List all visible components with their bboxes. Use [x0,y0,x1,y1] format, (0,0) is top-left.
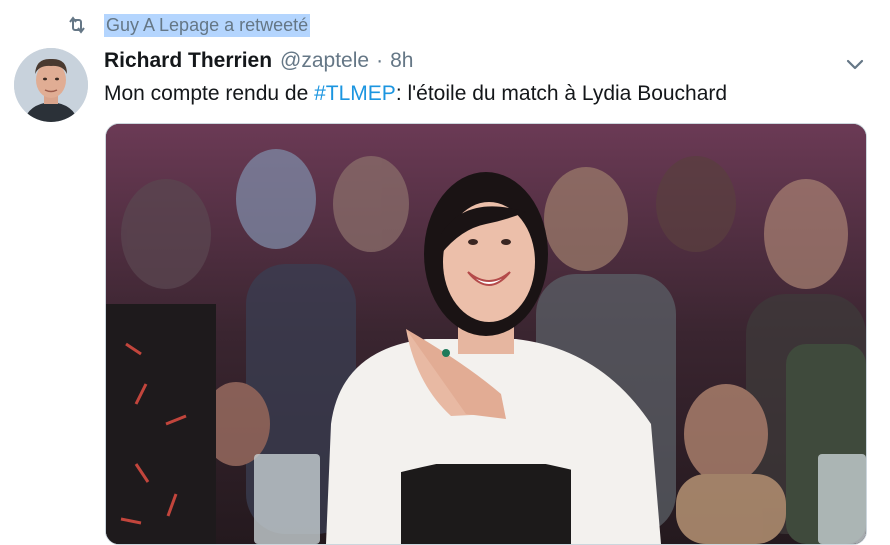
author-avatar[interactable] [14,48,88,122]
retweet-icon [66,14,88,36]
tweet-text-after: : l'étoile du match à Lydia Bouchard [395,82,728,105]
author-handle[interactable]: @zaptele [280,49,369,73]
retweet-label[interactable]: Guy A Lepage a retweeté [104,13,311,37]
separator-dot: · [376,49,384,72]
tweet-text: Mon compte rendu de #TLMEP: l'étoile du … [104,82,727,106]
retweet-context: Guy A Lepage a retweeté [66,12,311,38]
author-name[interactable]: Richard Therrien [104,49,272,73]
tweet-header: Richard Therrien @zaptele · 8h [104,49,413,73]
chevron-down-icon[interactable] [843,52,867,76]
tweet-text-before: Mon compte rendu de [104,82,315,105]
tweet-timestamp[interactable]: 8h [390,49,413,73]
tweet-media-photo[interactable] [105,123,867,545]
hashtag-link[interactable]: #TLMEP [314,82,396,105]
